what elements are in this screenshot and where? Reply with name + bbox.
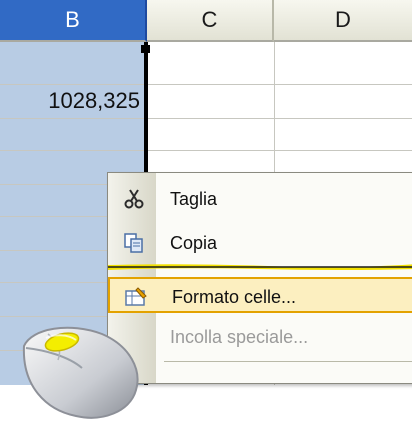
format-cells-icon (124, 286, 148, 308)
menu-item-label: Incolla speciale... (170, 327, 309, 347)
mouse-icon (22, 326, 139, 419)
highlight-stroke (108, 264, 412, 270)
column-header-c[interactable]: C (147, 0, 274, 42)
scissors-icon (122, 188, 146, 210)
menu-item-taglia[interactable]: Taglia (108, 181, 412, 217)
fill-handle[interactable] (141, 45, 150, 53)
context-menu: Taglia Copia Formato celle... Incolla sp… (107, 172, 412, 384)
row-divider (0, 150, 412, 151)
row-divider (0, 118, 412, 119)
menu-item-label: Formato celle... (172, 287, 297, 307)
copy-icon (122, 232, 146, 254)
column-header-b[interactable]: B (0, 0, 147, 42)
column-header-d[interactable]: D (274, 0, 412, 42)
menu-item-label: Copia (170, 233, 218, 253)
menu-item-label: Taglia (170, 189, 218, 209)
cell-b3-value[interactable]: 1028,325 (0, 84, 140, 118)
menu-item-formato-celle[interactable]: Formato celle... (108, 277, 412, 313)
menu-item-copia[interactable]: Copia (108, 225, 412, 261)
menu-item-incolla-speciale[interactable]: Incolla speciale... (108, 319, 412, 355)
menu-separator (164, 361, 412, 362)
